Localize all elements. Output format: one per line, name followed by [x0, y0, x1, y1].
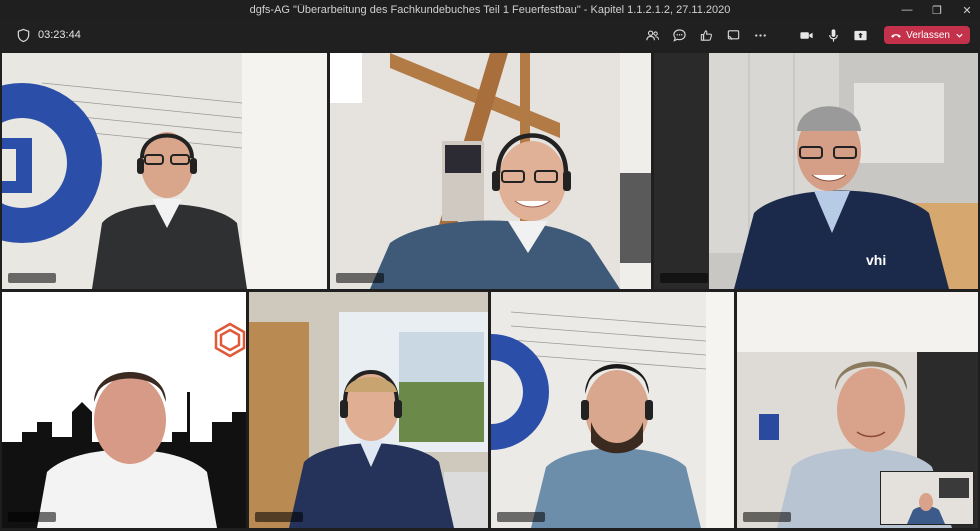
participant-name-tag — [743, 512, 791, 522]
window-controls: — ❐ ✕ — [900, 0, 974, 20]
camera-icon[interactable] — [797, 26, 815, 44]
participant-video — [249, 292, 488, 528]
video-tile-6[interactable] — [491, 292, 734, 528]
participant-video — [2, 53, 327, 289]
phone-hangup-icon — [890, 29, 902, 41]
meeting-timer: 03:23:44 — [38, 29, 81, 41]
participant-name-tag — [660, 273, 708, 283]
participant-name-tag — [8, 273, 56, 283]
meeting-toolbar: 03:23:44 Verlassen — [0, 20, 980, 50]
participant-video — [2, 292, 246, 528]
window-titlebar: dgfs-AG "Überarbeitung des Fachkundebuch… — [0, 0, 980, 20]
leave-label: Verlassen — [906, 29, 950, 41]
participant-name-tag — [255, 512, 303, 522]
reactions-icon[interactable] — [697, 26, 715, 44]
participant-name-tag — [336, 273, 384, 283]
video-tile-4[interactable] — [2, 292, 246, 528]
video-tile-7[interactable] — [737, 292, 978, 528]
close-window-button[interactable]: ✕ — [960, 4, 974, 17]
more-icon[interactable] — [751, 26, 769, 44]
video-tile-5[interactable] — [249, 292, 488, 528]
participant-name-tag — [497, 512, 545, 522]
participant-name-tag — [8, 512, 56, 522]
share-tray-icon[interactable] — [724, 26, 742, 44]
video-tile-1[interactable] — [2, 53, 327, 289]
chat-icon[interactable] — [670, 26, 688, 44]
participant-video — [330, 53, 651, 289]
restore-button[interactable]: ❐ — [930, 4, 944, 17]
chevron-down-icon[interactable] — [954, 30, 964, 40]
shield-icon — [14, 26, 32, 44]
participant-video — [491, 292, 734, 528]
window-title: dgfs-AG "Überarbeitung des Fachkundebuch… — [249, 4, 731, 16]
self-view-video[interactable] — [880, 471, 974, 525]
share-icon[interactable] — [851, 26, 869, 44]
mic-icon[interactable] — [824, 26, 842, 44]
leave-button[interactable]: Verlassen — [884, 26, 970, 44]
people-icon[interactable] — [643, 26, 661, 44]
participant-video: vhi — [654, 53, 978, 289]
video-tile-2[interactable] — [330, 53, 651, 289]
minimize-button[interactable]: — — [900, 4, 914, 16]
video-tile-3[interactable]: vhi — [654, 53, 978, 289]
svg-text:vhi: vhi — [866, 252, 886, 268]
